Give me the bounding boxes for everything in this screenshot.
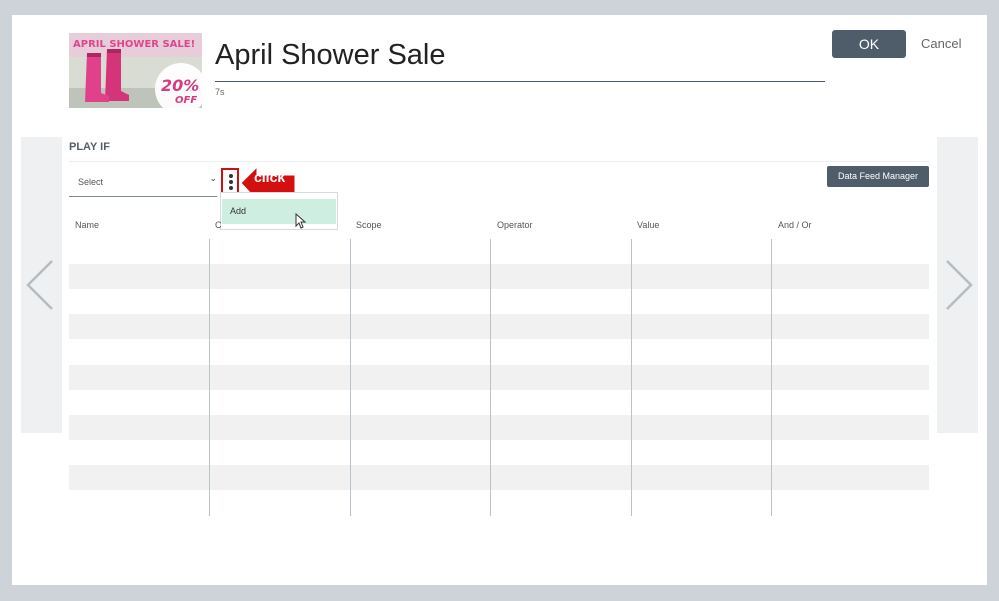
column-header-c[interactable]: C <box>215 220 222 230</box>
menu-item-add[interactable]: Add <box>222 199 336 224</box>
previous-panel[interactable] <box>21 137 62 433</box>
duration-label: 7s <box>215 87 225 97</box>
kebab-menu-icon[interactable] <box>221 168 239 194</box>
mouse-pointer-icon <box>295 213 307 229</box>
column-header-name[interactable]: Name <box>75 220 99 230</box>
ok-button[interactable]: OK <box>832 30 906 58</box>
column-header-value[interactable]: Value <box>637 220 659 230</box>
table-row <box>69 264 929 289</box>
column-header-and-or[interactable]: And / Or <box>778 220 812 230</box>
table-row <box>69 415 929 440</box>
chevron-down-icon: ⌄ <box>209 173 217 183</box>
column-divider[interactable] <box>771 239 772 516</box>
column-divider[interactable] <box>350 239 351 516</box>
next-panel[interactable] <box>937 137 978 433</box>
thumbnail-badge-percent: 20% <box>161 76 199 95</box>
table-row <box>69 365 929 390</box>
dialog: APRIL SHOWER SALE! 20% OFF April Shower … <box>12 15 987 585</box>
cancel-button[interactable]: Cancel <box>921 30 961 58</box>
table-row <box>69 465 929 490</box>
column-divider[interactable] <box>490 239 491 516</box>
play-if-heading: PLAY IF <box>69 141 110 153</box>
chevron-left-icon[interactable] <box>21 137 62 433</box>
column-header-operator[interactable]: Operator <box>497 220 533 230</box>
title-field[interactable]: April Shower Sale <box>215 35 825 82</box>
context-menu: Add <box>220 192 338 230</box>
select-value: Select <box>78 177 104 187</box>
chevron-right-icon[interactable] <box>937 137 978 433</box>
column-divider[interactable] <box>631 239 632 516</box>
column-divider[interactable] <box>209 239 210 516</box>
section-divider <box>69 161 929 162</box>
data-feed-manager-button[interactable]: Data Feed Manager <box>827 166 929 187</box>
thumbnail-badge-off: OFF <box>175 95 197 106</box>
thumbnail-banner-text: APRIL SHOWER SALE! <box>73 39 195 50</box>
column-header-scope[interactable]: Scope <box>356 220 382 230</box>
content-thumbnail: APRIL SHOWER SALE! 20% OFF <box>69 33 202 108</box>
click-callout-label: click <box>254 169 286 185</box>
condition-select[interactable]: Select ⌄ <box>69 170 217 197</box>
table-row <box>69 314 929 339</box>
